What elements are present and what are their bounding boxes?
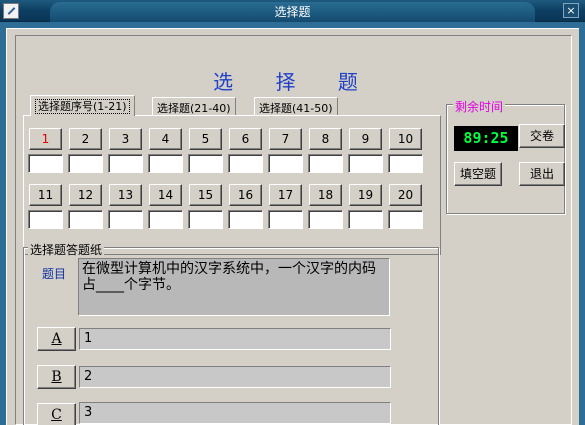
answer-box[interactable]	[348, 154, 383, 173]
answer-box[interactable]	[148, 210, 183, 229]
answer-box[interactable]	[348, 210, 383, 229]
submit-button[interactable]: 交卷	[519, 124, 565, 148]
close-icon[interactable]: ×	[563, 3, 579, 18]
main-panel: 选 择 题 选择题序号(1-21) 选择题(21-40) 选择题(41-50) …	[6, 28, 579, 425]
question-number-button[interactable]: 20	[389, 184, 422, 206]
question-number-button[interactable]: 8	[309, 128, 342, 150]
answer-box[interactable]	[68, 210, 103, 229]
tab-questions-1-21[interactable]: 选择题序号(1-21)	[30, 95, 135, 116]
answer-box[interactable]	[188, 210, 223, 229]
answer-box[interactable]	[108, 210, 143, 229]
countdown-timer: 89:25	[454, 126, 518, 151]
question-number-button[interactable]: 2	[69, 128, 102, 150]
timer-group: 剩余时间	[446, 98, 565, 214]
page-title: 选 择 题	[213, 70, 376, 94]
answer-box[interactable]	[188, 154, 223, 173]
answer-box[interactable]	[308, 154, 343, 173]
tab-label: 选择题(41-50)	[259, 102, 333, 115]
option-b-button[interactable]: B	[37, 365, 76, 389]
answer-box[interactable]	[268, 210, 303, 229]
question-number-button[interactable]: 6	[229, 128, 262, 150]
question-number-button[interactable]: 10	[389, 128, 422, 150]
option-a-button[interactable]: A	[37, 327, 76, 351]
question-number-button[interactable]: 17	[269, 184, 302, 206]
question-number-button[interactable]: 1	[29, 128, 62, 150]
option-c-button[interactable]: C	[37, 403, 76, 425]
question-label: 题目	[42, 267, 67, 281]
window-title: 选择题	[274, 5, 311, 19]
tab-questions-41-50[interactable]: 选择题(41-50)	[254, 97, 338, 116]
answer-box[interactable]	[68, 154, 103, 173]
answer-box[interactable]	[388, 210, 423, 229]
question-number-button[interactable]: 5	[189, 128, 222, 150]
question-number-button[interactable]: 19	[349, 184, 382, 206]
question-number-button[interactable]: 18	[309, 184, 342, 206]
option-b-text: 2	[79, 366, 391, 388]
exit-button[interactable]: 退出	[519, 162, 565, 186]
answer-box[interactable]	[108, 154, 143, 173]
window-frame: 选 择 题 选择题序号(1-21) 选择题(21-40) 选择题(41-50) …	[0, 22, 585, 425]
answer-box[interactable]	[28, 210, 63, 229]
option-a-text: 1	[79, 328, 391, 350]
answer-box[interactable]	[268, 154, 303, 173]
content-area: 选 择 题 选择题序号(1-21) 选择题(21-40) 选择题(41-50) …	[15, 35, 572, 425]
question-number-button[interactable]: 7	[269, 128, 302, 150]
question-number-button[interactable]: 14	[149, 184, 182, 206]
answer-box[interactable]	[228, 154, 263, 173]
answer-box[interactable]	[228, 210, 263, 229]
tab-questions-21-40[interactable]: 选择题(21-40)	[152, 97, 236, 116]
option-c-text: 3	[79, 402, 391, 424]
question-number-button[interactable]: 16	[229, 184, 262, 206]
question-number-button[interactable]: 3	[109, 128, 142, 150]
answer-box[interactable]	[308, 210, 343, 229]
tab-label: 选择题(21-40)	[157, 102, 231, 115]
title-bar: 选择题 ×	[0, 0, 585, 22]
question-number-button[interactable]: 4	[149, 128, 182, 150]
answer-box[interactable]	[148, 154, 183, 173]
question-number-button[interactable]: 9	[349, 128, 382, 150]
answer-box[interactable]	[28, 154, 63, 173]
tab-label: 选择题序号(1-21)	[35, 99, 130, 114]
fill-blank-button[interactable]: 填空题	[454, 162, 502, 186]
question-number-button[interactable]: 15	[189, 184, 222, 206]
question-number-button[interactable]: 12	[69, 184, 102, 206]
question-text: 在微型计算机中的汉字系统中，一个汉字的内码占____个字节。	[78, 258, 390, 316]
question-number-button[interactable]: 11	[29, 184, 62, 206]
answer-box[interactable]	[388, 154, 423, 173]
question-number-button[interactable]: 13	[109, 184, 142, 206]
answer-sheet-legend: 选择题答题纸	[28, 241, 105, 258]
timer-legend: 剩余时间	[453, 98, 506, 115]
